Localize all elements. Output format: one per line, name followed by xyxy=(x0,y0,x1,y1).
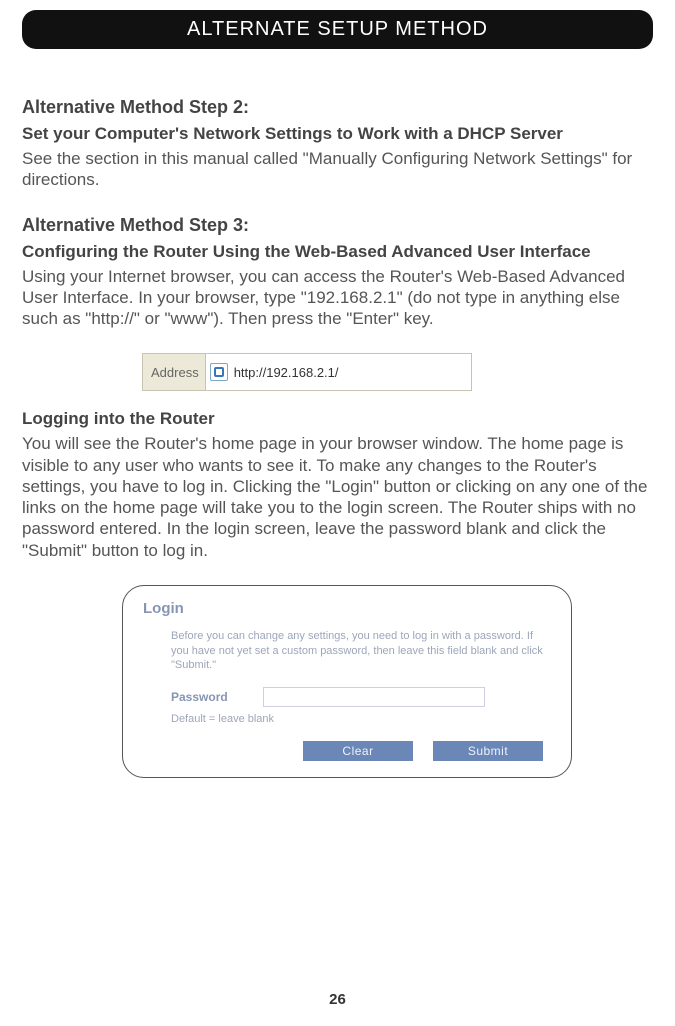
step3-subheading: Configuring the Router Using the Web-Bas… xyxy=(22,242,653,262)
logging-body: You will see the Router's home page in y… xyxy=(22,433,653,561)
step3-heading: Alternative Method Step 3: xyxy=(22,215,653,236)
clear-button[interactable]: Clear xyxy=(303,741,413,761)
address-label: Address xyxy=(143,354,206,390)
page-icon xyxy=(210,363,228,381)
password-default-text: Default = leave blank xyxy=(171,713,553,725)
browser-address-bar: Address http://192.168.2.1/ xyxy=(142,353,472,391)
login-button-row: Clear Submit xyxy=(171,741,553,761)
password-label: Password xyxy=(171,690,263,704)
address-url: http://192.168.2.1/ xyxy=(234,365,339,380)
body-content: Alternative Method Step 2: Set your Comp… xyxy=(22,49,653,778)
step2-subheading: Set your Computer's Network Settings to … xyxy=(22,124,653,144)
page-header: ALTERNATE SETUP METHOD xyxy=(22,10,653,49)
submit-button[interactable]: Submit xyxy=(433,741,543,761)
step2-heading: Alternative Method Step 2: xyxy=(22,97,653,118)
step2-body: See the section in this manual called "M… xyxy=(22,148,653,191)
page-number: 26 xyxy=(0,991,675,1008)
login-instructions: Before you can change any settings, you … xyxy=(171,629,553,674)
address-field[interactable]: http://192.168.2.1/ xyxy=(206,354,471,390)
password-row: Password xyxy=(171,687,553,707)
login-title: Login xyxy=(143,600,553,617)
logging-heading: Logging into the Router xyxy=(22,409,653,429)
login-screenshot: Login Before you can change any settings… xyxy=(122,585,572,779)
step3-body: Using your Internet browser, you can acc… xyxy=(22,266,653,330)
password-input[interactable] xyxy=(263,687,485,707)
